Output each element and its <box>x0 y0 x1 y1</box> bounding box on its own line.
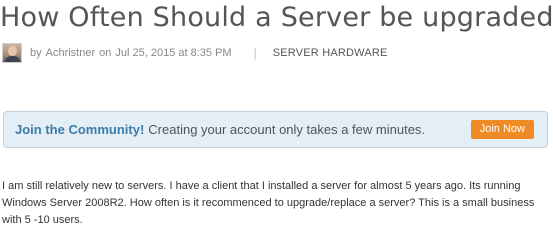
category-link[interactable]: SERVER HARDWARE <box>273 47 388 59</box>
meta-separator: | <box>253 46 257 60</box>
meta-by-label: by <box>30 47 42 59</box>
join-community-banner: Join the Community! Creating your account… <box>3 111 548 148</box>
author-link[interactable]: Achristner <box>46 47 96 59</box>
banner-text: Creating your account only takes a few m… <box>148 122 426 137</box>
post-meta: by Achristner on Jul 25, 2015 at 8:35 PM… <box>2 42 388 64</box>
banner-message: Join the Community! Creating your account… <box>15 122 471 137</box>
post-date: Jul 25, 2015 at 8:35 PM <box>115 47 232 59</box>
page-title: How Often Should a Server be upgraded? <box>0 2 553 33</box>
join-now-button[interactable]: Join Now <box>470 120 534 139</box>
question-body: I am still relatively new to servers. I … <box>2 180 535 226</box>
author-avatar[interactable] <box>2 43 22 63</box>
banner-heading: Join the Community! <box>15 122 145 137</box>
meta-on-label: on <box>99 47 112 59</box>
